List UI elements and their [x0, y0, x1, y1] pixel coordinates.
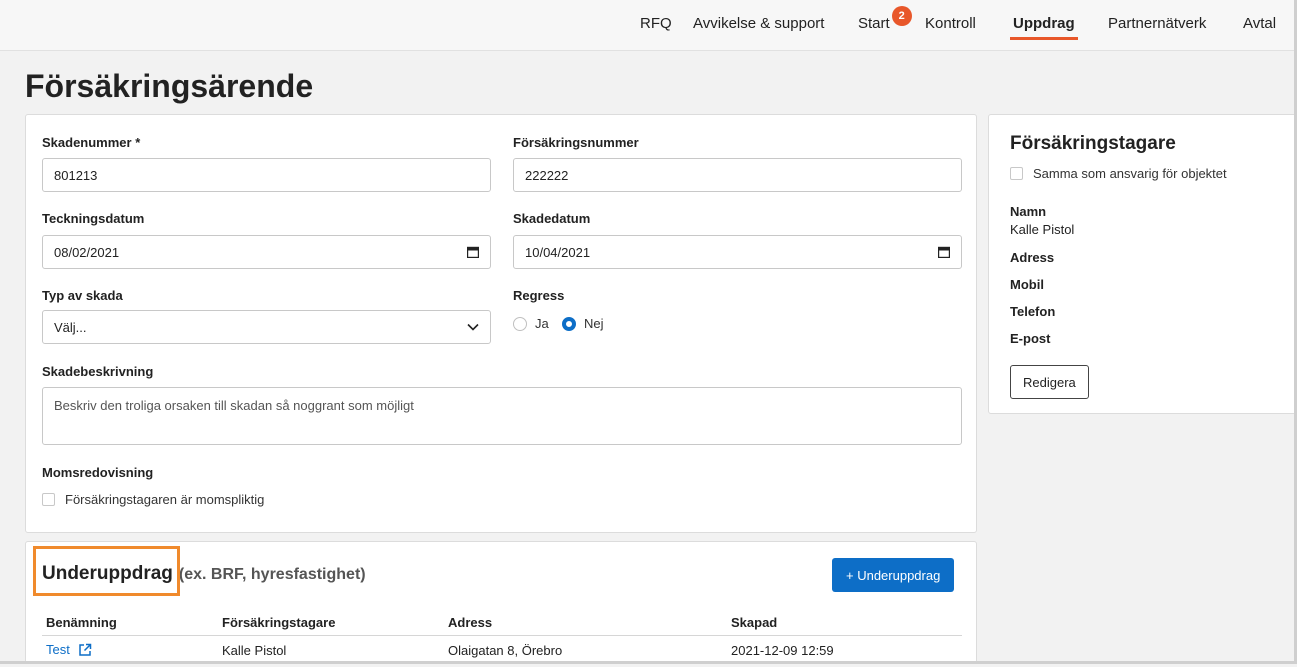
regress-label: Regress — [513, 288, 565, 303]
nav-item-avvikelse-support[interactable]: Avvikelse & support — [693, 15, 824, 32]
column-header-benamning[interactable]: Benämning — [46, 615, 117, 630]
table-header-divider — [42, 635, 962, 636]
chevron-down-icon — [467, 323, 479, 331]
mobile-label: Mobil — [1010, 277, 1044, 292]
typ-av-skada-select[interactable]: Välj... — [42, 310, 491, 344]
momsredovisning-label: Momsredovisning — [42, 465, 154, 480]
column-header-skapad[interactable]: Skapad — [731, 615, 777, 630]
email-label: E-post — [1010, 331, 1051, 346]
nav-item-uppdrag-label: Uppdrag — [1013, 15, 1075, 32]
teckningsdatum-value: 08/02/2021 — [54, 244, 120, 260]
radio-button[interactable] — [513, 316, 527, 331]
nav-item-avtal[interactable]: Avtal — [1243, 15, 1276, 32]
forsakringsnummer-value: 222222 — [525, 167, 569, 183]
typ-av-skada-value: Välj... — [54, 319, 87, 335]
policyholder-title: Försäkringstagare — [1010, 133, 1176, 154]
active-tab-indicator — [1010, 37, 1078, 40]
regress-radio-nej[interactable]: Nej — [562, 316, 604, 331]
skadebeskrivning-textarea[interactable]: Beskriv den troliga orsaken till skadan … — [42, 387, 962, 445]
nav-item-kontroll[interactable]: Kontroll — [925, 15, 976, 32]
column-header-adress[interactable]: Adress — [448, 615, 492, 630]
forsakringsnummer-input[interactable]: 222222 — [513, 158, 962, 192]
column-header-forsakringstagare[interactable]: Försäkringstagare — [222, 615, 335, 630]
calendar-icon[interactable] — [467, 246, 479, 258]
subassignments-subtitle: (ex. BRF, hyresfastighet) — [178, 566, 366, 583]
nav-item-uppdrag[interactable]: Uppdrag — [1010, 15, 1078, 40]
name-value: Kalle Pistol — [1010, 222, 1075, 237]
same-as-label: Samma som ansvarig för objektet — [1033, 166, 1227, 181]
nav-item-rfq[interactable]: RFQ — [640, 15, 672, 32]
nav-item-partnernatverk[interactable]: Partnernätverk — [1108, 15, 1206, 32]
nav-item-start-label: Start — [858, 15, 890, 32]
skadebeskrivning-placeholder: Beskriv den troliga orsaken till skadan … — [54, 398, 414, 413]
skadedatum-input[interactable]: 10/04/2021 — [513, 235, 962, 269]
momspliktig-label: Försäkringstagaren är momspliktig — [65, 492, 265, 507]
typ-av-skada-label: Typ av skada — [42, 288, 123, 303]
top-nav: RFQ Avvikelse & support Start 2 Kontroll… — [0, 0, 1294, 51]
policyholder-card: Försäkringstagare Samma som ansvarig för… — [988, 114, 1294, 414]
app-frame: RFQ Avvikelse & support Start 2 Kontroll… — [0, 0, 1297, 664]
phone-label: Telefon — [1010, 304, 1056, 319]
momspliktig-checkbox-row[interactable]: Försäkringstagaren är momspliktig — [42, 492, 264, 507]
calendar-icon[interactable] — [938, 246, 950, 258]
subassignment-name: Test — [46, 642, 70, 657]
radio-button-checked[interactable] — [562, 316, 576, 331]
skadedatum-label: Skadedatum — [513, 211, 591, 226]
edit-button[interactable]: Redigera — [1010, 365, 1089, 399]
external-link-icon[interactable] — [78, 643, 92, 657]
address-label: Adress — [1010, 250, 1055, 265]
page-title: Försäkringsärende — [25, 68, 314, 104]
claim-form-card: Skadenummer * 801213 Försäkringsnummer 2… — [25, 114, 977, 533]
regress-radio-ja[interactable]: Ja — [513, 316, 549, 331]
highlight-box — [33, 546, 180, 596]
notification-badge: 2 — [891, 6, 912, 26]
add-subassignment-button[interactable]: + Underuppdrag — [832, 558, 955, 592]
subassignment-link[interactable]: Test — [46, 642, 92, 657]
skadebeskrivning-label: Skadebeskrivning — [42, 364, 154, 379]
nav-item-start[interactable]: Start 2 — [858, 6, 912, 32]
skadenummer-label: Skadenummer * — [42, 135, 141, 150]
subassignment-created: 2021-12-09 12:59 — [731, 643, 834, 658]
regress-ja-label: Ja — [535, 316, 549, 331]
teckningsdatum-input[interactable]: 08/02/2021 — [42, 235, 491, 269]
regress-nej-label: Nej — [584, 316, 604, 331]
teckningsdatum-label: Teckningsdatum — [42, 211, 145, 226]
same-as-checkbox[interactable] — [1010, 167, 1023, 180]
skadedatum-value: 10/04/2021 — [525, 244, 591, 260]
name-label: Namn — [1010, 204, 1047, 219]
subassignment-address: Olaigatan 8, Örebro — [448, 643, 563, 658]
same-as-checkbox-row[interactable]: Samma som ansvarig för objektet — [1010, 166, 1227, 181]
momspliktig-checkbox[interactable] — [42, 493, 55, 506]
forsakringsnummer-label: Försäkringsnummer — [513, 135, 639, 150]
skadenummer-input[interactable]: 801213 — [42, 158, 491, 192]
subassignment-holder: Kalle Pistol — [222, 643, 287, 658]
skadenummer-value: 801213 — [54, 167, 98, 183]
